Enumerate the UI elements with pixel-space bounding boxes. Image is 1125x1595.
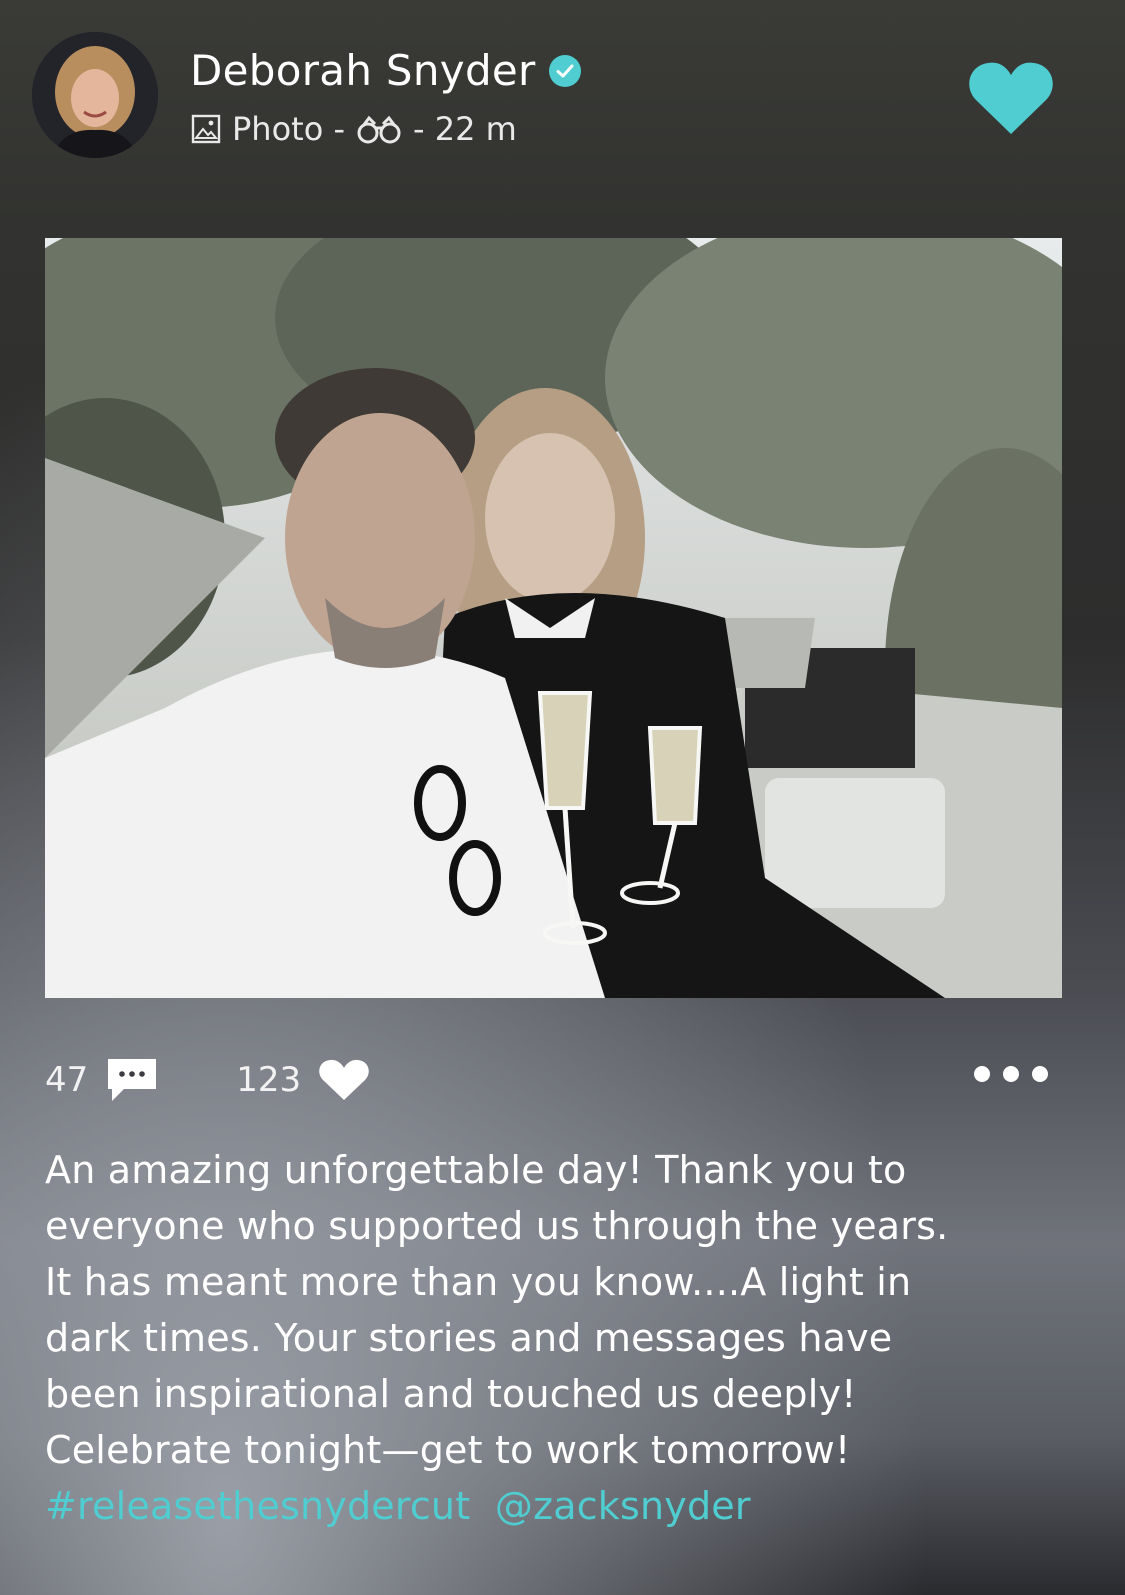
post-stats: 47 123 <box>45 1055 371 1105</box>
caption-line: It has meant more than you know....A lig… <box>45 1260 912 1304</box>
mention-link[interactable]: @zacksnyder <box>495 1484 751 1528</box>
hashtag-link[interactable]: #releasethesnydercut <box>45 1484 470 1528</box>
caption-line: everyone who supported us through the ye… <box>45 1204 949 1248</box>
author-name[interactable]: Deborah Snyder <box>190 46 536 95</box>
comment-icon[interactable] <box>102 1055 162 1105</box>
more-dots-icon[interactable] <box>972 1062 1050 1086</box>
comment-count: 47 <box>45 1060 89 1100</box>
verified-badge-icon <box>548 54 581 87</box>
like-heart-icon[interactable] <box>966 58 1056 138</box>
caption-line: An amazing unforgettable day! Thank you … <box>45 1148 907 1192</box>
post-time: - 22 m <box>413 110 517 148</box>
caption-tags: #releasethesnydercut @zacksnyder <box>45 1478 1085 1534</box>
post-card: Deborah Snyder Photo - - 22 m 47 123 An … <box>0 0 1125 1595</box>
caption-line: dark times. Your stories and messages ha… <box>45 1316 893 1360</box>
heart-icon[interactable] <box>317 1058 371 1102</box>
author-avatar[interactable] <box>32 32 158 158</box>
post-type-label: Photo - <box>232 110 345 148</box>
post-meta: Photo - - 22 m <box>190 110 517 148</box>
post-photo[interactable] <box>45 238 1062 998</box>
caption-line: been inspirational and touched us deeply… <box>45 1372 857 1416</box>
post-caption: An amazing unforgettable day! Thank you … <box>45 1142 1085 1534</box>
binoculars-icon <box>357 115 401 144</box>
caption-line: Celebrate tonight—get to work tomorrow! <box>45 1428 851 1472</box>
image-icon <box>191 114 221 144</box>
like-count: 123 <box>236 1060 302 1100</box>
author-name-row[interactable]: Deborah Snyder <box>190 46 582 95</box>
